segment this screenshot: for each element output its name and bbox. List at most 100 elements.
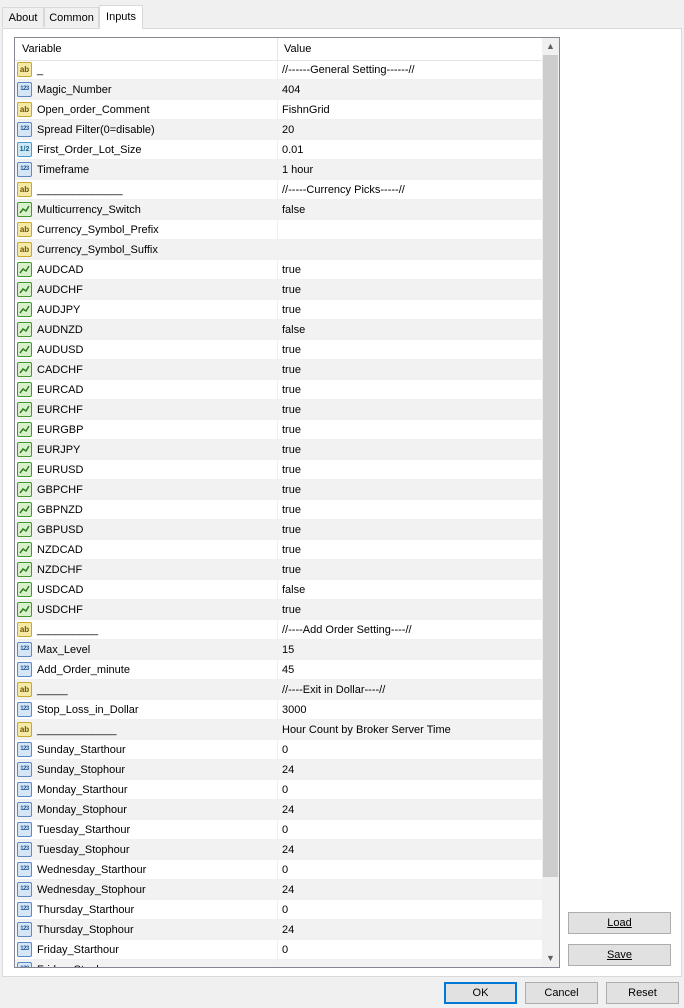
table-row[interactable]: ab _____ //----Exit in Dollar----//	[15, 680, 542, 700]
variable-value[interactable]: false	[282, 320, 305, 340]
table-row[interactable]: 123 Wednesday_Stophour 24	[15, 880, 542, 900]
variable-value[interactable]: FishnGrid	[282, 100, 330, 120]
table-row[interactable]: 123 Add_Order_minute 45	[15, 660, 542, 680]
table-row[interactable]: AUDCAD true	[15, 260, 542, 280]
variable-value[interactable]: true	[282, 280, 301, 300]
table-row[interactable]: 123 Stop_Loss_in_Dollar 3000	[15, 700, 542, 720]
table-row[interactable]: 123 Monday_Starthour 0	[15, 780, 542, 800]
tab-about[interactable]: About	[2, 7, 44, 27]
table-row[interactable]: 123 Max_Level 15	[15, 640, 542, 660]
variable-value[interactable]: Hour Count by Broker Server Time	[282, 720, 451, 740]
table-row[interactable]: NZDCHF true	[15, 560, 542, 580]
header-divider[interactable]	[277, 38, 278, 60]
variable-value[interactable]: true	[282, 440, 301, 460]
variable-value[interactable]: 24	[282, 760, 294, 780]
variable-value[interactable]: //-----Currency Picks-----//	[282, 180, 405, 200]
table-row[interactable]: ab ______________ //-----Currency Picks---…	[15, 180, 542, 200]
table-row[interactable]: Multicurrency_Switch false	[15, 200, 542, 220]
variable-value[interactable]: //------General Setting------//	[282, 60, 415, 80]
variable-value[interactable]: //----Add Order Setting----//	[282, 620, 412, 640]
table-row[interactable]: AUDNZD false	[15, 320, 542, 340]
table-row[interactable]: ab _____________ Hour Count by Broker Serv…	[15, 720, 542, 740]
table-row[interactable]: GBPCHF true	[15, 480, 542, 500]
header-value[interactable]: Value	[284, 38, 311, 60]
table-row[interactable]: ab __________ //----Add Order Setting----/…	[15, 620, 542, 640]
table-row[interactable]: 123 Sunday_Stophour 24	[15, 760, 542, 780]
header-variable[interactable]: Variable	[22, 38, 62, 60]
load-button[interactable]: Load	[568, 912, 671, 934]
variable-value[interactable]: 0	[282, 940, 288, 960]
table-row[interactable]: EURJPY true	[15, 440, 542, 460]
variable-value[interactable]: 0	[282, 900, 288, 920]
variable-value[interactable]: true	[282, 500, 301, 520]
variable-value[interactable]: 24	[282, 880, 294, 900]
table-row[interactable]: 1/2 First_Order_Lot_Size 0.01	[15, 140, 542, 160]
table-row[interactable]: 123 Monday_Stophour 24	[15, 800, 542, 820]
tab-inputs[interactable]: Inputs	[99, 5, 143, 29]
table-row[interactable]: AUDJPY true	[15, 300, 542, 320]
table-row[interactable]: AUDCHF true	[15, 280, 542, 300]
table-row[interactable]: EURGBP true	[15, 420, 542, 440]
vertical-scrollbar[interactable]: ▲ ▼	[542, 38, 559, 967]
variable-value[interactable]: true	[282, 400, 301, 420]
variable-value[interactable]: 15	[282, 640, 294, 660]
table-row[interactable]: EURCHF true	[15, 400, 542, 420]
variable-value[interactable]: true	[282, 260, 301, 280]
ok-button[interactable]: OK	[444, 982, 517, 1004]
table-row[interactable]: 123 Sunday_Starthour 0	[15, 740, 542, 760]
variable-value[interactable]: 24	[282, 800, 294, 820]
variable-value[interactable]: 45	[282, 660, 294, 680]
table-row[interactable]: 123 Thursday_Starthour 0	[15, 900, 542, 920]
table-row[interactable]: ab _ //------General Setting------//	[15, 60, 542, 80]
table-row[interactable]: CADCHF true	[15, 360, 542, 380]
scroll-down-arrow-icon[interactable]: ▼	[542, 950, 559, 967]
variable-value[interactable]: true	[282, 300, 301, 320]
variable-value[interactable]: 0	[282, 740, 288, 760]
table-row[interactable]: ab Open_order_Comment FishnGrid	[15, 100, 542, 120]
variable-value[interactable]: 3000	[282, 700, 306, 720]
table-row[interactable]: USDCAD false	[15, 580, 542, 600]
variable-value[interactable]: 0.01	[282, 140, 303, 160]
variable-value[interactable]: 0	[282, 820, 288, 840]
variable-value[interactable]: true	[282, 520, 301, 540]
variable-value[interactable]: true	[282, 540, 301, 560]
table-row[interactable]: ab Currency_Symbol_Suffix	[15, 240, 542, 260]
variable-value[interactable]: 24	[282, 840, 294, 860]
variable-value[interactable]: //----Exit in Dollar----//	[282, 680, 385, 700]
variable-value[interactable]: false	[282, 580, 305, 600]
variable-value[interactable]: 1 hour	[282, 160, 313, 180]
variable-value[interactable]: true	[282, 420, 301, 440]
variable-value[interactable]: false	[282, 200, 305, 220]
save-button[interactable]: Save	[568, 944, 671, 966]
table-row[interactable]: 123 Tuesday_Starthour 0	[15, 820, 542, 840]
variable-value[interactable]: 0	[282, 780, 288, 800]
table-row[interactable]: 123 Tuesday_Stophour 24	[15, 840, 542, 860]
variable-value[interactable]: true	[282, 380, 301, 400]
scroll-up-arrow-icon[interactable]: ▲	[542, 38, 559, 55]
variable-value[interactable]: 404	[282, 80, 300, 100]
table-row[interactable]: AUDUSD true	[15, 340, 542, 360]
variable-value[interactable]: true	[282, 340, 301, 360]
variable-value[interactable]: true	[282, 360, 301, 380]
tab-common[interactable]: Common	[44, 7, 99, 27]
reset-button[interactable]: Reset	[606, 982, 679, 1004]
table-row[interactable]: EURCAD true	[15, 380, 542, 400]
scrollbar-thumb[interactable]	[543, 55, 558, 877]
variable-value[interactable]: 20	[282, 120, 294, 140]
table-row[interactable]: GBPUSD true	[15, 520, 542, 540]
cancel-button[interactable]: Cancel	[525, 982, 598, 1004]
table-row[interactable]: 123 Thursday_Stophour 24	[15, 920, 542, 940]
variable-value[interactable]: 24	[282, 920, 294, 940]
variable-value[interactable]: true	[282, 600, 301, 620]
table-row[interactable]: 123 Timeframe 1 hour	[15, 160, 542, 180]
table-row[interactable]: 123 Magic_Number 404	[15, 80, 542, 100]
variable-value[interactable]: 0	[282, 860, 288, 880]
table-row[interactable]: USDCHF true	[15, 600, 542, 620]
variable-value[interactable]: true	[282, 560, 301, 580]
table-row[interactable]: NZDCAD true	[15, 540, 542, 560]
table-row[interactable]: 123 Friday_Starthour 0	[15, 940, 542, 960]
table-row[interactable]: 123 Friday_Stophour	[15, 960, 542, 967]
variable-value[interactable]: true	[282, 480, 301, 500]
table-row[interactable]: GBPNZD true	[15, 500, 542, 520]
table-row[interactable]: 123 Wednesday_Starthour 0	[15, 860, 542, 880]
